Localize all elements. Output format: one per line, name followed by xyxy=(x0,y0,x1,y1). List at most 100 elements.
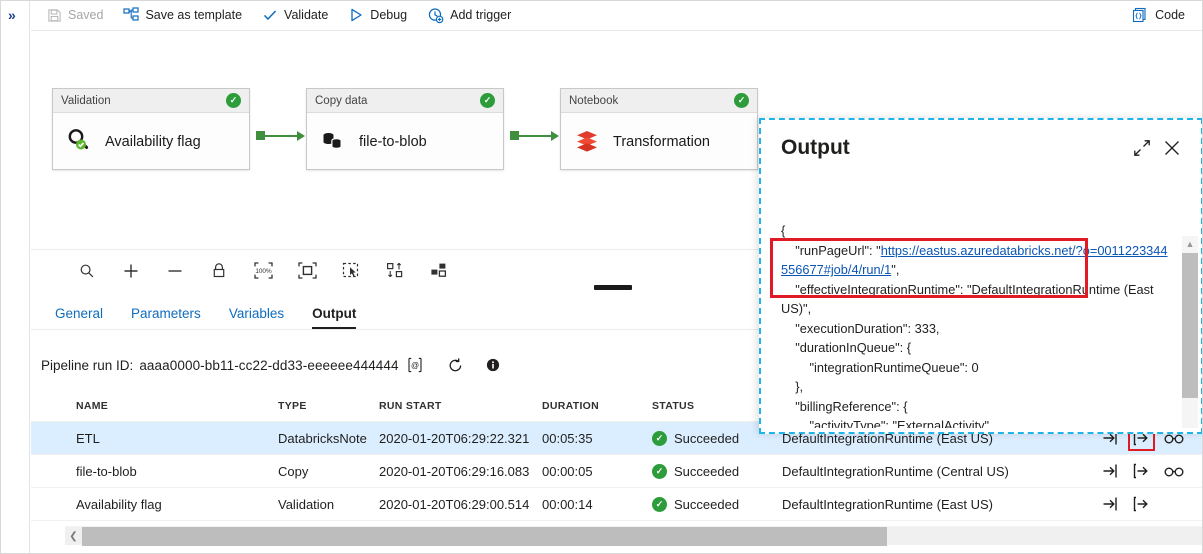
output-json-text: { "runPageUrl": "https://eastus.azuredat… xyxy=(781,221,1171,428)
validate-button[interactable]: Validate xyxy=(252,0,338,31)
success-check-icon: ✓ xyxy=(226,93,241,108)
code-button[interactable]: Code xyxy=(1122,0,1195,31)
input-arrow-icon[interactable] xyxy=(1102,463,1119,479)
output-arrow-icon[interactable] xyxy=(1133,463,1150,479)
glasses-details-icon[interactable] xyxy=(1164,465,1184,478)
zoom-search-icon[interactable] xyxy=(65,250,109,292)
table-row[interactable]: Availability flag Validation 2020-01-20T… xyxy=(31,488,1203,521)
save-as-template-button[interactable]: Save as template xyxy=(113,0,252,31)
zoom-in-icon[interactable] xyxy=(109,250,153,292)
save-as-template-label: Save as template xyxy=(145,8,243,22)
connector-arrow-icon xyxy=(551,130,559,141)
activity-node-notebook[interactable]: Notebook ✓ Transformation xyxy=(560,88,758,170)
expand-diagonal-icon[interactable] xyxy=(1127,133,1157,163)
template-icon xyxy=(123,7,140,23)
tab-parameters[interactable]: Parameters xyxy=(117,306,215,329)
info-icon[interactable] xyxy=(486,358,500,372)
tab-variables[interactable]: Variables xyxy=(215,306,298,329)
success-check-icon: ✓ xyxy=(480,93,495,108)
activity-type-label: Notebook xyxy=(569,94,619,107)
validate-label: Validate xyxy=(284,8,329,22)
save-button[interactable]: Saved xyxy=(37,0,113,31)
activity-node-header: Copy data ✓ xyxy=(307,89,503,113)
cell-name: Availability flag xyxy=(76,496,162,512)
code-label: Code xyxy=(1155,8,1185,22)
cell-status: ✓ Succeeded xyxy=(652,496,782,512)
scrollbar-thumb[interactable] xyxy=(82,526,887,546)
activity-name-label: Availability flag xyxy=(105,133,201,150)
column-header-run-start[interactable]: RUN START xyxy=(379,400,542,412)
activity-node-copy-data[interactable]: Copy data ✓ file-to-blob xyxy=(306,88,504,170)
cell-type: DatabricksNote xyxy=(278,430,367,446)
column-header-name[interactable]: NAME xyxy=(76,400,278,412)
connector-line xyxy=(519,134,552,137)
cell-duration: 00:05:35 xyxy=(542,430,593,446)
cell-run-start: 2020-01-20T06:29:22.321 xyxy=(379,430,530,446)
activity-name-label: Transformation xyxy=(613,133,710,150)
trigger-clock-icon xyxy=(427,7,444,24)
layout-icon[interactable] xyxy=(417,250,461,292)
status-badge: Succeeded xyxy=(674,463,740,479)
scroll-up-icon[interactable]: ▲ xyxy=(1182,236,1198,253)
connector-handle[interactable] xyxy=(256,131,265,140)
debug-button[interactable]: Debug xyxy=(338,0,417,31)
table-row[interactable]: file-to-blob Copy 2020-01-20T06:29:16.08… xyxy=(31,455,1203,488)
save-icon xyxy=(47,8,62,23)
refresh-icon[interactable] xyxy=(447,357,464,374)
cell-integration-runtime: DefaultIntegrationRuntime (Central US) xyxy=(782,463,1009,479)
page-title: Output xyxy=(781,136,850,159)
add-trigger-button[interactable]: Add trigger xyxy=(417,0,521,31)
zoom-out-icon[interactable] xyxy=(153,250,197,292)
pipeline-run-id-label: Pipeline run ID: xyxy=(41,357,134,373)
panel-resize-handle[interactable] xyxy=(594,285,632,290)
scrollbar-thumb[interactable] xyxy=(1182,253,1198,398)
cell-duration: 00:00:05 xyxy=(542,463,593,479)
curly-braces-icon xyxy=(1132,7,1149,24)
cell-type: Validation xyxy=(278,496,335,512)
marquee-select-icon[interactable] xyxy=(329,250,373,292)
column-header-type[interactable]: TYPE xyxy=(278,400,379,412)
column-header-duration[interactable]: DURATION xyxy=(542,400,652,412)
debug-label: Debug xyxy=(370,8,408,22)
output-json-body[interactable]: { "runPageUrl": "https://eastus.azuredat… xyxy=(761,176,1201,428)
add-trigger-label: Add trigger xyxy=(450,8,512,22)
cell-run-start: 2020-01-20T06:29:16.083 xyxy=(379,463,530,479)
cell-name: file-to-blob xyxy=(76,463,137,479)
tab-output[interactable]: Output xyxy=(298,306,370,329)
json-before-link: { "runPageUrl": " xyxy=(781,223,881,258)
databricks-stack-icon xyxy=(573,126,601,158)
cell-duration: 00:00:14 xyxy=(542,496,593,512)
success-check-icon: ✓ xyxy=(652,430,667,446)
success-check-icon: ✓ xyxy=(652,463,667,479)
cell-type: Copy xyxy=(278,463,309,479)
play-triangle-icon xyxy=(348,7,364,23)
connector-handle[interactable] xyxy=(510,131,519,140)
output-arrow-icon[interactable] xyxy=(1133,496,1150,512)
output-vertical-scrollbar[interactable]: ▲ ▼ xyxy=(1182,236,1198,428)
row-actions xyxy=(1102,463,1203,479)
activity-name-label: file-to-blob xyxy=(359,133,427,150)
magnifier-check-icon xyxy=(65,126,93,158)
chevron-double-right-icon[interactable]: » xyxy=(8,8,16,22)
lock-icon[interactable] xyxy=(197,250,241,292)
left-rail: » xyxy=(0,0,30,554)
auto-align-icon[interactable] xyxy=(373,250,417,292)
input-arrow-icon[interactable] xyxy=(1102,496,1119,512)
cell-integration-runtime: DefaultIntegrationRuntime (East US) xyxy=(782,496,993,512)
zoom-100-percent-icon[interactable]: 100% xyxy=(241,250,285,292)
scrollbar-track[interactable] xyxy=(1182,253,1198,428)
activity-node-validation[interactable]: Validation ✓ Availability flag xyxy=(52,88,250,170)
copy-database-icon xyxy=(319,126,347,158)
cell-name: ETL xyxy=(76,430,100,446)
json-after-link: ", "effectiveIntegrationRuntime": "Defau… xyxy=(781,262,1154,428)
svg-text:100%: 100% xyxy=(255,268,272,275)
activity-node-body: Transformation xyxy=(561,113,757,170)
zoom-to-fit-icon[interactable] xyxy=(285,250,329,292)
copy-id-icon[interactable]: @ xyxy=(407,357,423,373)
tab-general[interactable]: General xyxy=(41,306,117,329)
table-horizontal-scrollbar[interactable]: ❮ xyxy=(65,526,1203,546)
cell-status: ✓ Succeeded xyxy=(652,463,782,479)
close-x-icon[interactable] xyxy=(1157,133,1187,163)
scroll-left-icon[interactable]: ❮ xyxy=(65,527,82,546)
pipeline-run-id-row: Pipeline run ID: aaaa0000-bb11-cc22-dd33… xyxy=(31,345,500,385)
